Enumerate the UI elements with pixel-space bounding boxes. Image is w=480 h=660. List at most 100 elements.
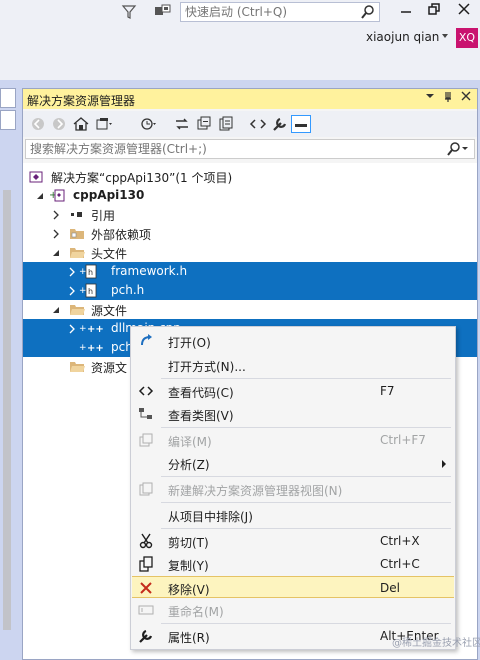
menu-item-compile[interactable]: 编译(M) Ctrl+F7 — [132, 429, 454, 451]
tree-item-file[interactable]: + h framework.h — [23, 262, 477, 281]
preview-selected-icon[interactable] — [291, 115, 311, 133]
filter-icon[interactable] — [121, 4, 137, 20]
tree-item-project[interactable]: + cppApi130 — [23, 186, 477, 205]
menu-item-analyze[interactable]: 分析(Z) — [132, 452, 454, 474]
menu-item-open[interactable]: 打开(O) — [132, 330, 454, 352]
header-file-icon: + h — [79, 283, 97, 298]
menu-shortcut: F7 — [380, 384, 395, 398]
menu-item-new-explorer-view[interactable]: 新建解决方案资源管理器视图(N) — [132, 478, 454, 500]
dropdown-stub[interactable] — [0, 88, 16, 108]
tree-item-external-deps[interactable]: 外部依赖项 — [23, 224, 477, 243]
tree-item-references[interactable]: 引用 — [23, 205, 477, 224]
open-icon — [138, 333, 154, 349]
properties-wrench-icon[interactable] — [271, 115, 289, 133]
view-code-icon[interactable] — [249, 115, 267, 133]
menu-label: 重命名(M) — [168, 605, 224, 619]
menu-separator — [161, 528, 451, 529]
context-menu: 打开(O) 打开方式(N)... 查看代码(C) F7 查看类图(V) 编译(M… — [130, 326, 456, 650]
header-file-icon: + h — [79, 264, 97, 279]
pin-icon[interactable] — [441, 91, 455, 105]
quick-launch-box[interactable] — [180, 2, 380, 22]
cpp-project-icon: + — [49, 188, 65, 203]
user-name[interactable]: xiaojun qian — [366, 30, 439, 44]
menu-label: 查看代码(C) — [168, 386, 234, 400]
collapse-arrow-icon[interactable] — [35, 190, 45, 200]
search-icon[interactable] — [444, 141, 470, 157]
menu-shortcut: Ctrl+F7 — [380, 433, 426, 447]
menu-separator — [161, 378, 451, 379]
menu-item-cut[interactable]: 剪切(T) Ctrl+X — [132, 530, 454, 552]
folder-open-icon — [69, 245, 85, 260]
cpp-file-icon: + ++ — [79, 340, 105, 355]
explorer-toolbar — [23, 111, 477, 137]
menu-label: 属性(R) — [168, 631, 210, 645]
solution-icon — [29, 169, 45, 184]
tree-item-headers-folder[interactable]: 头文件 — [23, 243, 477, 262]
tree-item-file[interactable]: + h pch.h — [23, 281, 477, 300]
sync-icon[interactable] — [173, 115, 191, 133]
collapse-arrow-icon[interactable] — [51, 304, 61, 314]
pending-changes-icon[interactable] — [139, 115, 157, 133]
feedback-icon[interactable] — [154, 4, 172, 20]
panel-menu-icon[interactable] — [423, 91, 437, 105]
wrench-icon — [138, 628, 154, 644]
menu-shortcut: Del — [380, 581, 400, 595]
minimize-button[interactable] — [394, 2, 418, 22]
menu-item-open-with[interactable]: 打开方式(N)... — [132, 354, 454, 376]
menu-item-copy[interactable]: 复制(Y) Ctrl+C — [132, 553, 454, 575]
menu-item-remove[interactable]: 移除(V) Del — [132, 576, 454, 598]
tree-label: 资源文 — [91, 361, 128, 375]
back-icon[interactable] — [29, 115, 47, 133]
expand-arrow-icon[interactable] — [51, 228, 61, 239]
expand-arrow-icon[interactable] — [51, 209, 61, 220]
expand-arrow-icon[interactable] — [67, 266, 77, 277]
close-icon[interactable] — [459, 91, 473, 105]
copy-icon — [138, 556, 154, 572]
chevron-down-icon[interactable] — [442, 34, 448, 38]
expand-arrow-icon[interactable] — [67, 323, 77, 334]
menu-label: 从项目中排除(J) — [168, 510, 253, 524]
tree-item-solution[interactable]: 解决方案“cppApi130”(1 个项目) — [23, 167, 477, 186]
folder-icon — [69, 359, 85, 374]
search-icon[interactable] — [360, 4, 376, 20]
svg-text:+: + — [79, 324, 87, 334]
expand-arrow-icon[interactable] — [67, 285, 77, 296]
dropdown-stub[interactable] — [0, 110, 16, 130]
cpp-file-icon: + ++ — [79, 321, 105, 336]
collapse-arrow-icon[interactable] — [51, 247, 61, 257]
tree-label: 外部依赖项 — [91, 228, 152, 242]
forward-icon[interactable] — [50, 115, 68, 133]
collapse-all-icon[interactable] — [195, 115, 213, 133]
restore-button[interactable] — [422, 2, 446, 22]
menu-label: 复制(Y) — [168, 559, 209, 573]
title-bar: xiaojun qian XQ — [0, 0, 480, 80]
menu-label: 查看类图(V) — [168, 409, 234, 423]
class-diagram-icon — [138, 406, 154, 422]
svg-text:+: + — [79, 267, 87, 277]
tree-item-sources-folder[interactable]: 源文件 — [23, 300, 477, 319]
show-all-files-icon[interactable] — [217, 115, 235, 133]
switch-views-icon[interactable] — [95, 115, 113, 133]
tree-label: framework.h — [111, 264, 188, 278]
menu-item-view-code[interactable]: 查看代码(C) F7 — [132, 380, 454, 402]
quick-launch-input[interactable] — [185, 4, 355, 20]
svg-text:h: h — [88, 287, 93, 296]
editor-strip — [0, 80, 19, 660]
tree-label: 引用 — [91, 209, 116, 223]
menu-item-view-class-diagram[interactable]: 查看类图(V) — [132, 403, 454, 425]
remove-icon — [138, 580, 154, 596]
panel-title: 解决方案资源管理器 — [27, 94, 136, 108]
avatar[interactable]: XQ — [456, 28, 478, 48]
tree-label: 解决方案“cppApi130”(1 个项目) — [51, 171, 233, 185]
close-button[interactable] — [452, 2, 476, 22]
menu-shortcut: Ctrl+C — [380, 557, 420, 571]
scrollbar[interactable] — [3, 190, 11, 630]
tree-label: pch.h — [111, 283, 145, 297]
home-icon[interactable] — [72, 115, 90, 133]
menu-separator — [161, 502, 451, 503]
explorer-search[interactable] — [25, 139, 475, 159]
explorer-search-input[interactable] — [30, 141, 430, 157]
menu-shortcut: Ctrl+X — [380, 534, 420, 548]
menu-item-exclude[interactable]: 从项目中排除(J) — [132, 504, 454, 526]
menu-item-rename[interactable]: 重命名(M) — [132, 599, 454, 621]
